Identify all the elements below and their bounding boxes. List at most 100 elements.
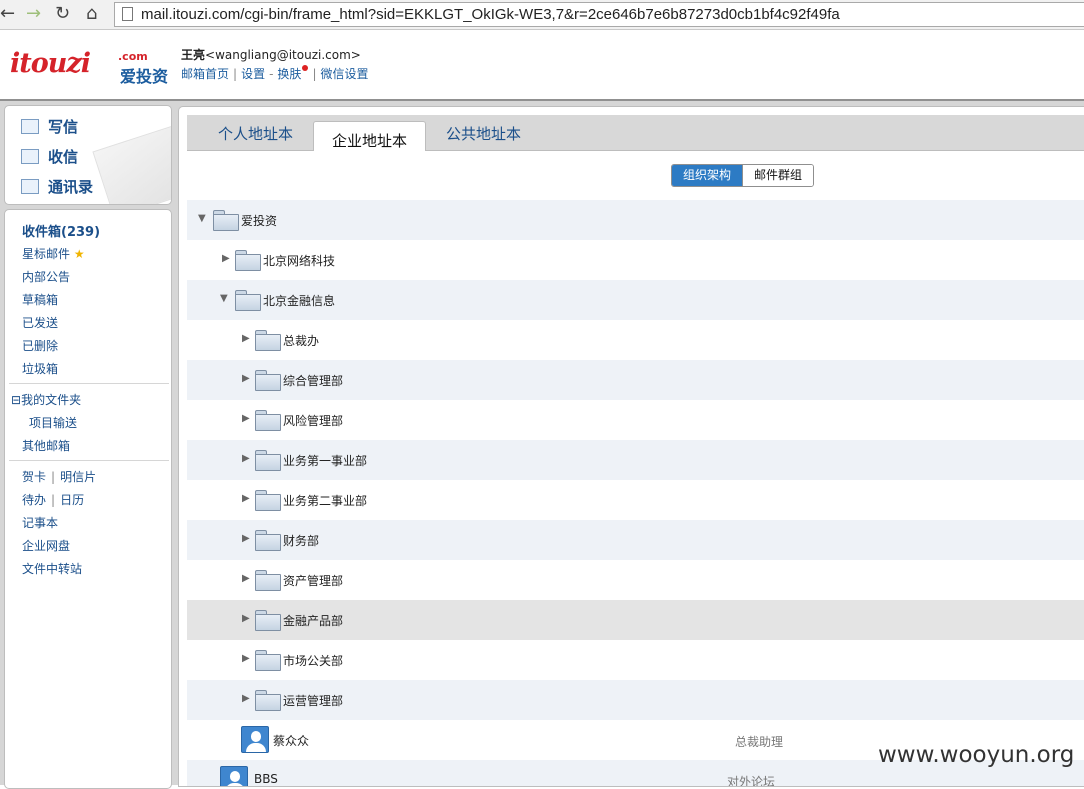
wechat-settings-link[interactable]: 微信设置 xyxy=(320,67,368,81)
todo-row: 待办 | 日历 xyxy=(22,491,84,508)
settings-link[interactable]: 设置 xyxy=(241,67,265,81)
my-folders[interactable]: ⊟我的文件夹 xyxy=(11,391,81,408)
folder-project[interactable]: 项目输送 xyxy=(29,414,77,431)
divider xyxy=(9,460,169,461)
tree-row[interactable]: ▶ 运营管理部 xyxy=(187,680,1084,720)
tree-label: 金融产品部 xyxy=(283,614,344,628)
folder-icon xyxy=(235,290,261,311)
expand-arrow-icon[interactable]: ▶ xyxy=(242,373,250,384)
expand-arrow-icon[interactable]: ▶ xyxy=(242,653,250,664)
logo-cn: 爱投资 xyxy=(120,67,169,86)
tree-label: 总裁办 xyxy=(283,334,320,348)
transfer-link[interactable]: 文件中转站 xyxy=(22,560,82,577)
folder-drafts[interactable]: 草稿箱 xyxy=(22,291,58,308)
expand-arrow-icon[interactable]: ▶ xyxy=(242,693,250,704)
tree-label: 业务第二事业部 xyxy=(283,494,368,508)
tree-label: 市场公关部 xyxy=(283,654,344,668)
compose-panel: 写信 收信 通讯录 xyxy=(4,105,172,205)
folder-inbox[interactable]: 收件箱(239) xyxy=(22,221,100,240)
home-icon[interactable]: ⌂ xyxy=(86,4,97,24)
contacts-button[interactable]: 通讯录 xyxy=(21,176,93,197)
expand-arrow-icon[interactable]: ▶ xyxy=(222,253,230,264)
address-text: mail.itouzi.com/cgi-bin/frame_html?sid=E… xyxy=(141,6,840,23)
logo-com: .com xyxy=(118,50,148,63)
receive-icon xyxy=(21,149,39,164)
expand-arrow-icon[interactable]: ▶ xyxy=(242,493,250,504)
folder-icon xyxy=(255,490,281,511)
separator: | xyxy=(51,493,56,507)
skin-link[interactable]: 换肤 xyxy=(277,67,301,81)
tree-row[interactable]: ▼ 北京金融信息 xyxy=(187,280,1084,320)
folder-icon xyxy=(213,210,239,231)
back-icon[interactable]: ← xyxy=(0,4,15,24)
contact-role: 总裁助理 xyxy=(735,735,784,749)
tree-label: 爱投资 xyxy=(241,214,278,228)
forward-icon[interactable]: → xyxy=(26,4,41,24)
tree-row[interactable]: ▶ 金融产品部 xyxy=(187,600,1084,640)
tab-enterprise[interactable]: 企业地址本 xyxy=(313,121,427,151)
folder-icon xyxy=(255,410,281,431)
star-icon: ★ xyxy=(73,247,85,261)
address-bar[interactable]: mail.itouzi.com/cgi-bin/frame_html?sid=E… xyxy=(114,2,1084,27)
todo-link[interactable]: 待办 xyxy=(22,493,46,507)
calendar-link[interactable]: 日历 xyxy=(60,493,84,507)
tree-row[interactable]: ▶ 业务第一事业部 xyxy=(187,440,1084,480)
expand-arrow-icon[interactable]: ▶ xyxy=(242,533,250,544)
tab-personal[interactable]: 个人地址本 xyxy=(218,123,293,144)
address-book-tabs: 个人地址本 企业地址本 公共地址本 xyxy=(187,115,1084,151)
mail-groups-button[interactable]: 邮件群组 xyxy=(742,165,814,186)
tree-label: 资产管理部 xyxy=(283,574,344,588)
expand-arrow-icon[interactable]: ▶ xyxy=(242,573,250,584)
tab-public[interactable]: 公共地址本 xyxy=(446,123,521,144)
tree-row[interactable]: ▶ 财务部 xyxy=(187,520,1084,560)
new-dot-icon xyxy=(302,65,309,71)
other-mailbox[interactable]: 其他邮箱 xyxy=(22,437,70,454)
write-label: 写信 xyxy=(48,118,79,136)
expand-arrow-icon[interactable]: ▶ xyxy=(242,333,250,344)
avatar-icon xyxy=(220,766,248,786)
expand-arrow-icon[interactable]: ▼ xyxy=(220,293,228,304)
postcard-link[interactable]: 明信片 xyxy=(60,470,96,484)
tree-row[interactable]: ▶ 业务第二事业部 xyxy=(187,480,1084,520)
tree-row[interactable]: ▶ 风险管理部 xyxy=(187,400,1084,440)
itouzi-logo[interactable]: itouzi .com 爱投资 xyxy=(10,48,170,86)
folder-announce[interactable]: 内部公告 xyxy=(22,268,70,285)
expand-arrow-icon[interactable]: ▶ xyxy=(242,613,250,624)
tree-row[interactable]: ▶ 北京网络科技 xyxy=(187,240,1084,280)
folder-spam[interactable]: 垃圾箱 xyxy=(22,360,58,377)
contacts-label: 通讯录 xyxy=(48,178,94,196)
receive-button[interactable]: 收信 xyxy=(21,146,78,167)
tree-row[interactable]: ▶ 综合管理部 xyxy=(187,360,1084,400)
org-structure-button[interactable]: 组织架构 xyxy=(672,165,743,186)
tree-row[interactable]: ▶ 市场公关部 xyxy=(187,640,1084,680)
logo-text: itouzi xyxy=(10,48,91,79)
folder-icon xyxy=(255,650,281,671)
collapse-icon[interactable]: ⊟ xyxy=(11,393,21,407)
greeting-card-link[interactable]: 贺卡 xyxy=(22,470,46,484)
mailbox-home-link[interactable]: 邮箱首页 xyxy=(181,67,229,81)
write-button[interactable]: 写信 xyxy=(21,116,78,137)
expand-arrow-icon[interactable]: ▶ xyxy=(242,413,250,424)
reload-icon[interactable]: ↻ xyxy=(55,4,70,24)
folder-deleted[interactable]: 已删除 xyxy=(22,337,58,354)
divider xyxy=(9,383,169,384)
folder-icon xyxy=(255,570,281,591)
folder-starred[interactable]: 星标邮件 ★ xyxy=(22,245,85,262)
page-icon xyxy=(122,7,133,21)
tree-row[interactable]: ▶ 总裁办 xyxy=(187,320,1084,360)
user-info: 王亮<wangliang@itouzi.com> xyxy=(181,46,361,63)
tree-label: 北京网络科技 xyxy=(263,254,336,268)
tree-row[interactable]: ▼ 爱投资 xyxy=(187,200,1084,240)
folder-icon xyxy=(255,610,281,631)
expand-arrow-icon[interactable]: ▶ xyxy=(242,453,250,464)
view-toggle: 组织架构 邮件群组 xyxy=(671,164,815,187)
netdisk-link[interactable]: 企业网盘 xyxy=(22,537,70,554)
folder-icon xyxy=(255,530,281,551)
mail-frame: 写信 收信 通讯录 收件箱(239) 星标邮件 ★ 内部公告 草稿箱 已发送 已… xyxy=(0,99,1084,789)
separator: | xyxy=(51,470,56,484)
folder-icon xyxy=(255,690,281,711)
tree-row[interactable]: ▶ 资产管理部 xyxy=(187,560,1084,600)
folder-sent[interactable]: 已发送 xyxy=(22,314,58,331)
expand-arrow-icon[interactable]: ▼ xyxy=(198,213,206,224)
notebook-link[interactable]: 记事本 xyxy=(22,514,58,531)
